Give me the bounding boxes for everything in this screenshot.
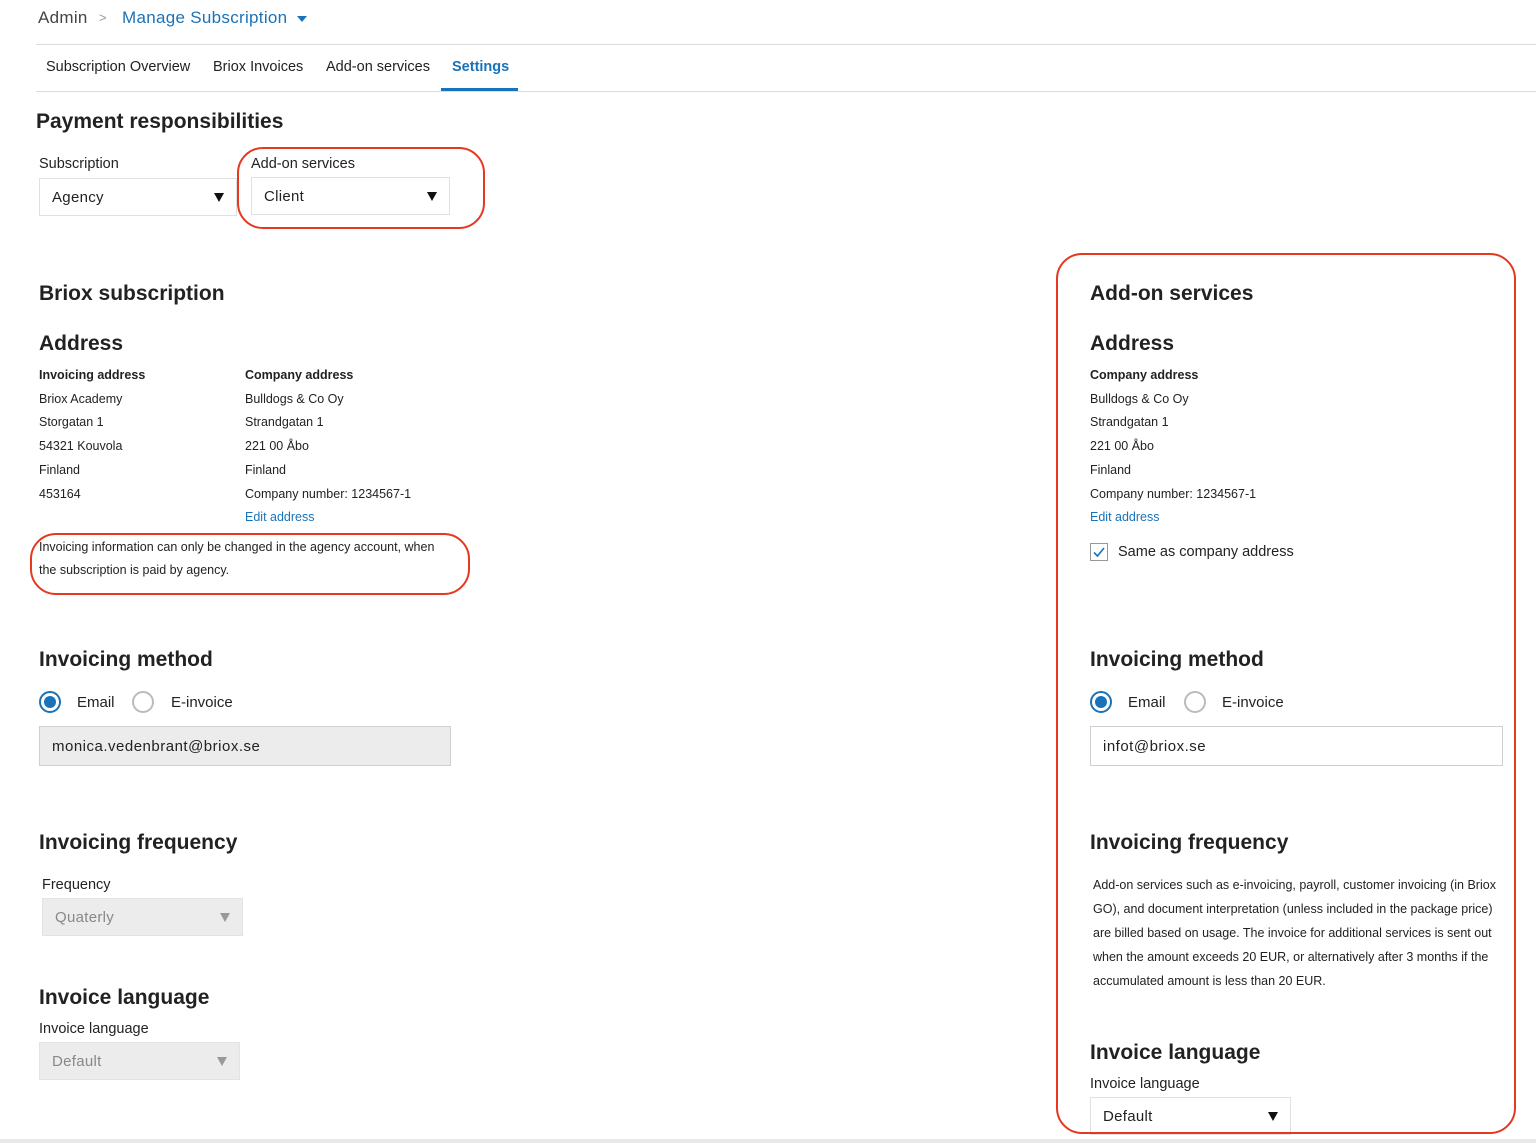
addon-frequency-line: accumulated amount is less than 20 EUR. <box>1093 974 1326 988</box>
right-company-address-heading: Company address <box>1090 368 1199 382</box>
same-as-company-checkbox[interactable] <box>1090 543 1108 561</box>
addon-frequency-line: when the amount exceeds 20 EUR, or alter… <box>1093 950 1489 964</box>
left-invoicing-frequency-title: Invoicing frequency <box>39 831 238 854</box>
breadcrumb-separator: > <box>99 10 107 25</box>
briox-subscription-title: Briox subscription <box>39 282 225 305</box>
addon-frequency-line: are billed based on usage. The invoice f… <box>1093 926 1492 940</box>
tab-briox-invoices[interactable]: Briox Invoices <box>213 59 303 75</box>
right-invoice-language-title: Invoice language <box>1090 1041 1261 1064</box>
invoicing-address-line: 453164 <box>39 487 81 501</box>
caret-down-icon <box>297 16 308 22</box>
left-email-radio-label: Email <box>77 694 115 711</box>
bottom-scrollbar-track <box>0 1139 1536 1143</box>
right-company-address-line: Finland <box>1090 463 1131 477</box>
header-divider <box>36 44 1536 45</box>
triangle-down-icon <box>427 191 437 201</box>
left-invoice-language-select[interactable]: Default <box>39 1042 240 1080</box>
same-as-company-label: Same as company address <box>1118 544 1294 560</box>
addon-frequency-line: Add-on services such as e-invoicing, pay… <box>1093 878 1496 892</box>
left-invoicing-method-title: Invoicing method <box>39 648 213 671</box>
invoicing-address-line: Storgatan 1 <box>39 415 104 429</box>
triangle-down-icon <box>220 912 230 922</box>
right-company-address-line: Bulldogs & Co Oy <box>1090 392 1189 406</box>
company-address-line: Finland <box>245 463 286 477</box>
invoicing-address-line: 54321 Kouvola <box>39 439 123 453</box>
left-einvoice-radio-label: E-invoice <box>171 694 233 711</box>
right-company-address-line: Strandgatan 1 <box>1090 415 1169 429</box>
tab-settings[interactable]: Settings <box>452 59 509 75</box>
company-address-heading: Company address <box>245 368 354 382</box>
left-invoice-language-label: Invoice language <box>39 1021 149 1037</box>
annotation-highlight-addon-panel <box>1056 253 1516 1134</box>
right-company-address-line: 221 00 Åbo <box>1090 439 1154 453</box>
invoicing-address-line: Finland <box>39 463 80 477</box>
right-email-value: infot@briox.se <box>1103 737 1207 755</box>
tab-add-on-services[interactable]: Add-on services <box>326 59 430 75</box>
addon-payer-value: Client <box>264 187 305 205</box>
left-email-field[interactable]: monica.vedenbrant@briox.se <box>39 726 451 766</box>
left-address-title: Address <box>39 332 124 355</box>
breadcrumb-admin[interactable]: Admin <box>38 8 88 28</box>
right-company-address-line: Company number: 1234567-1 <box>1090 487 1257 501</box>
right-address-title: Address <box>1090 332 1175 355</box>
triangle-down-icon <box>217 1056 227 1066</box>
right-email-radio[interactable] <box>1090 691 1112 713</box>
check-icon <box>1093 547 1105 558</box>
company-address-line: Strandgatan 1 <box>245 415 324 429</box>
company-address-line: 221 00 Åbo <box>245 439 309 453</box>
addon-services-title: Add-on services <box>1090 282 1254 305</box>
frequency-select[interactable]: Quaterly <box>42 898 243 936</box>
right-invoice-language-label: Invoice language <box>1090 1076 1200 1092</box>
triangle-down-icon <box>1268 1111 1278 1121</box>
left-email-radio[interactable] <box>39 691 61 713</box>
right-einvoice-radio[interactable] <box>1184 691 1206 713</box>
left-invoice-language-title: Invoice language <box>39 986 210 1009</box>
invoicing-address-line: Briox Academy <box>39 392 123 406</box>
breadcrumb-current-label: Manage Subscription <box>122 8 288 27</box>
addon-frequency-description: Add-on services such as e-invoicing, pay… <box>1093 873 1518 993</box>
payment-responsibilities-title: Payment responsibilities <box>36 110 284 133</box>
breadcrumb-current-dropdown[interactable]: Manage Subscription <box>122 8 308 28</box>
subscription-payer-select[interactable]: Agency <box>39 178 237 216</box>
agency-notice-line: the subscription is paid by agency. <box>39 563 230 577</box>
right-invoicing-method-title: Invoicing method <box>1090 648 1264 671</box>
frequency-label: Frequency <box>42 877 111 893</box>
addon-payer-select[interactable]: Client <box>251 177 450 215</box>
left-einvoice-radio[interactable] <box>132 691 154 713</box>
tabs-divider <box>36 91 1536 92</box>
tab-subscription-overview[interactable]: Subscription Overview <box>46 59 190 75</box>
company-address-line: Bulldogs & Co Oy <box>245 392 344 406</box>
right-email-field[interactable]: infot@briox.se <box>1090 726 1503 766</box>
right-invoice-language-value: Default <box>1103 1107 1153 1125</box>
right-invoicing-frequency-title: Invoicing frequency <box>1090 831 1289 854</box>
addon-payer-label: Add-on services <box>251 156 355 172</box>
edit-address-link[interactable]: Edit address <box>245 510 314 524</box>
agency-notice-line: Invoicing information can only be change… <box>39 540 435 554</box>
subscription-payer-value: Agency <box>52 188 104 206</box>
triangle-down-icon <box>214 192 224 202</box>
company-address-line: Company number: 1234567-1 <box>245 487 412 501</box>
addon-frequency-line: GO), and document interpretation (unless… <box>1093 902 1493 916</box>
subscription-payer-label: Subscription <box>39 156 119 172</box>
left-invoice-language-value: Default <box>52 1052 102 1070</box>
right-email-radio-label: Email <box>1128 694 1166 711</box>
invoicing-address-heading: Invoicing address <box>39 368 146 382</box>
right-invoice-language-select[interactable]: Default <box>1090 1097 1291 1135</box>
right-einvoice-radio-label: E-invoice <box>1222 694 1284 711</box>
frequency-value: Quaterly <box>55 908 115 926</box>
right-edit-address-link[interactable]: Edit address <box>1090 510 1159 524</box>
left-email-value: monica.vedenbrant@briox.se <box>52 737 261 755</box>
